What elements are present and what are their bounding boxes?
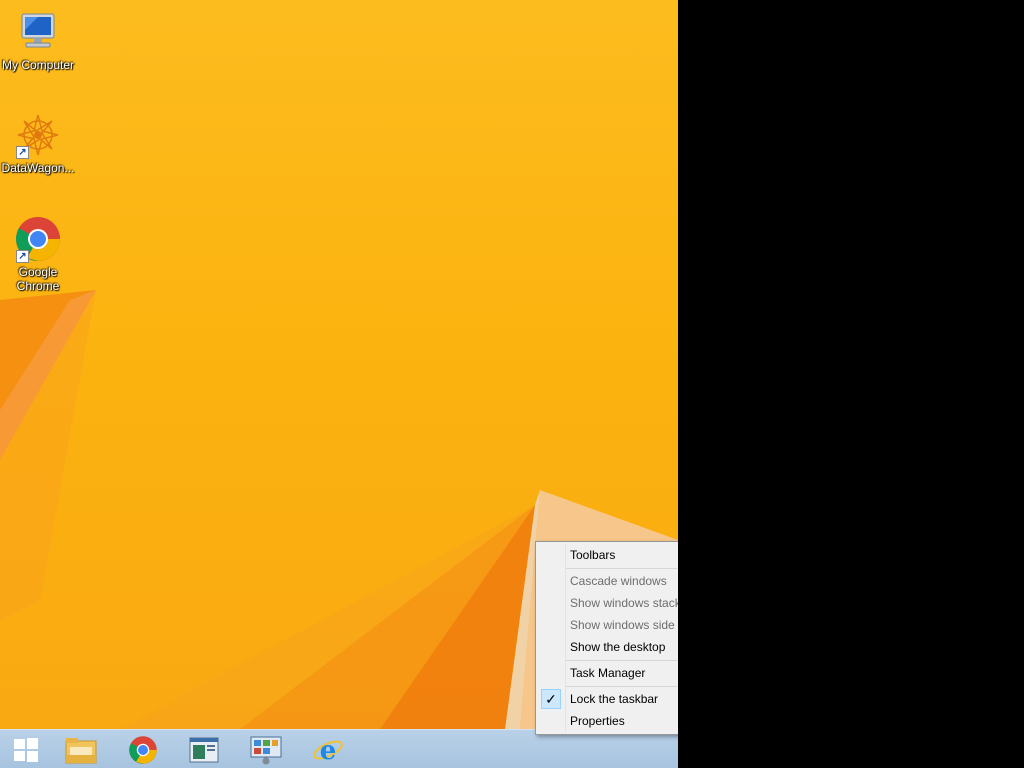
menu-item-label: Toolbars xyxy=(570,548,616,562)
menu-item-lock-the-taskbar[interactable]: ✓ Lock the taskbar xyxy=(538,688,678,710)
checkmark-icon: ✓ xyxy=(541,689,561,709)
chrome-icon: ↗ xyxy=(14,215,62,263)
taskbar-google-chrome[interactable] xyxy=(117,732,169,768)
shortcut-arrow-icon: ↗ xyxy=(16,250,29,263)
control-panel-icon xyxy=(250,736,282,765)
taskbar-control-panel[interactable] xyxy=(240,732,292,768)
menu-item-show-windows-stacked: Show windows stacked xyxy=(538,592,678,614)
menu-item-label: Show windows side by side xyxy=(570,618,678,632)
chrome-icon xyxy=(129,736,157,764)
datawagon-icon: ↗ xyxy=(14,111,62,159)
menu-item-label: Show the desktop xyxy=(570,640,666,654)
menu-item-properties[interactable]: Properties xyxy=(538,710,678,732)
desktop-icon-google-chrome[interactable]: ↗ Google Chrome xyxy=(0,215,76,293)
menu-item-label: Task Manager xyxy=(570,666,646,680)
desktop-icon-label: Google Chrome xyxy=(16,265,60,293)
taskbar-internet-explorer[interactable]: e xyxy=(302,732,354,768)
menu-item-label: Properties xyxy=(570,714,625,728)
start-button[interactable] xyxy=(0,732,52,768)
window-icon xyxy=(189,737,219,763)
menu-item-show-windows-side-by-side: Show windows side by side xyxy=(538,614,678,636)
taskbar-file-explorer[interactable] xyxy=(55,732,107,768)
taskbar-app-window[interactable] xyxy=(178,732,230,768)
windows-logo-icon xyxy=(14,738,38,762)
folder-icon xyxy=(65,738,97,764)
desktop[interactable]: My Computer ↗ DataWagon... ↗ Google Chro… xyxy=(0,0,678,768)
menu-separator xyxy=(566,660,678,661)
desktop-icon-label: My Computer xyxy=(1,58,75,72)
menu-item-show-the-desktop[interactable]: Show the desktop xyxy=(538,636,678,658)
menu-item-label: Cascade windows xyxy=(570,574,667,588)
desktop-icon-label: DataWagon... xyxy=(1,161,75,175)
unused-screen-area xyxy=(678,0,1024,768)
desktop-icon-datawagon[interactable]: ↗ DataWagon... xyxy=(0,111,76,175)
menu-item-label: Lock the taskbar xyxy=(570,692,659,706)
menu-item-cascade-windows: Cascade windows xyxy=(538,570,678,592)
computer-icon xyxy=(14,8,62,56)
menu-separator xyxy=(566,568,678,569)
menu-separator xyxy=(566,686,678,687)
taskbar-context-menu[interactable]: Toolbars ▶ Cascade windows Show windows … xyxy=(535,541,678,735)
menu-item-toolbars[interactable]: Toolbars ▶ xyxy=(538,544,678,566)
desktop-icon-my-computer[interactable]: My Computer xyxy=(0,8,76,72)
svg-text:e: e xyxy=(320,736,337,765)
shortcut-arrow-icon: ↗ xyxy=(16,146,29,159)
ie-icon: e xyxy=(313,736,343,765)
menu-item-task-manager[interactable]: Task Manager xyxy=(538,662,678,684)
menu-item-label: Show windows stacked xyxy=(570,596,678,610)
